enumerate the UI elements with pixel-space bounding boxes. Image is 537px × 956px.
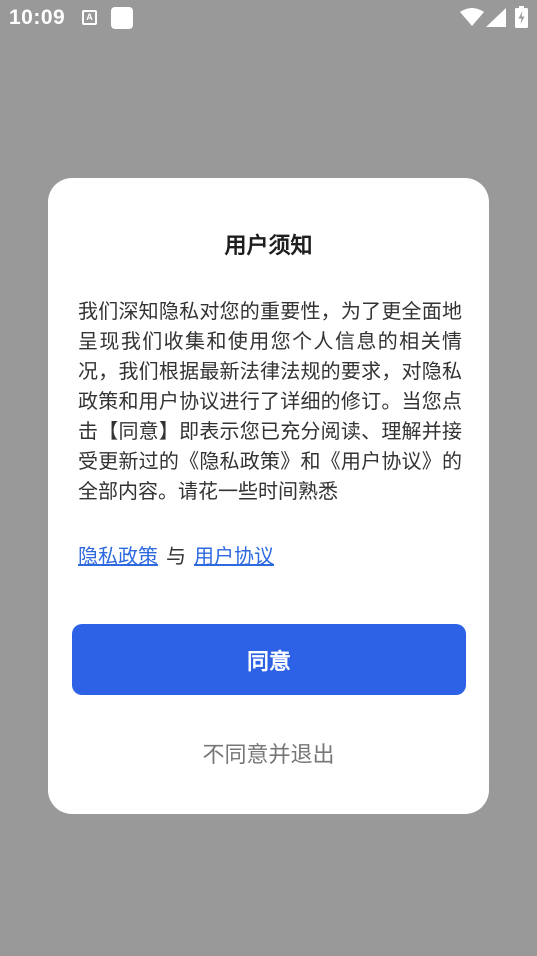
policy-links: 隐私政策与用户协议 (78, 540, 274, 569)
notification-a-icon: A (82, 10, 97, 25)
cellular-signal-icon (486, 8, 506, 27)
link-separator: 与 (166, 544, 186, 568)
privacy-policy-link[interactable]: 隐私政策 (78, 544, 158, 568)
status-time: 10:09 (9, 6, 66, 29)
agree-button[interactable]: 同意 (72, 624, 466, 695)
user-notice-dialog: 用户须知 我们深知隐私对您的重要性，为了更全面地呈现我们收集和使用您个人信息的相… (48, 178, 489, 814)
user-agreement-link[interactable]: 用户协议 (194, 544, 274, 568)
wifi-icon (460, 8, 484, 26)
notification-square-icon (111, 7, 133, 29)
status-bar: 10:09 A (0, 0, 537, 36)
dialog-body-text[interactable]: 我们深知隐私对您的重要性，为了更全面地呈现我们收集和使用您个人信息的相关情况，我… (78, 296, 462, 526)
dialog-title: 用户须知 (224, 234, 313, 259)
decline-exit-button[interactable]: 不同意并退出 (48, 737, 489, 769)
battery-charging-icon (515, 6, 528, 28)
